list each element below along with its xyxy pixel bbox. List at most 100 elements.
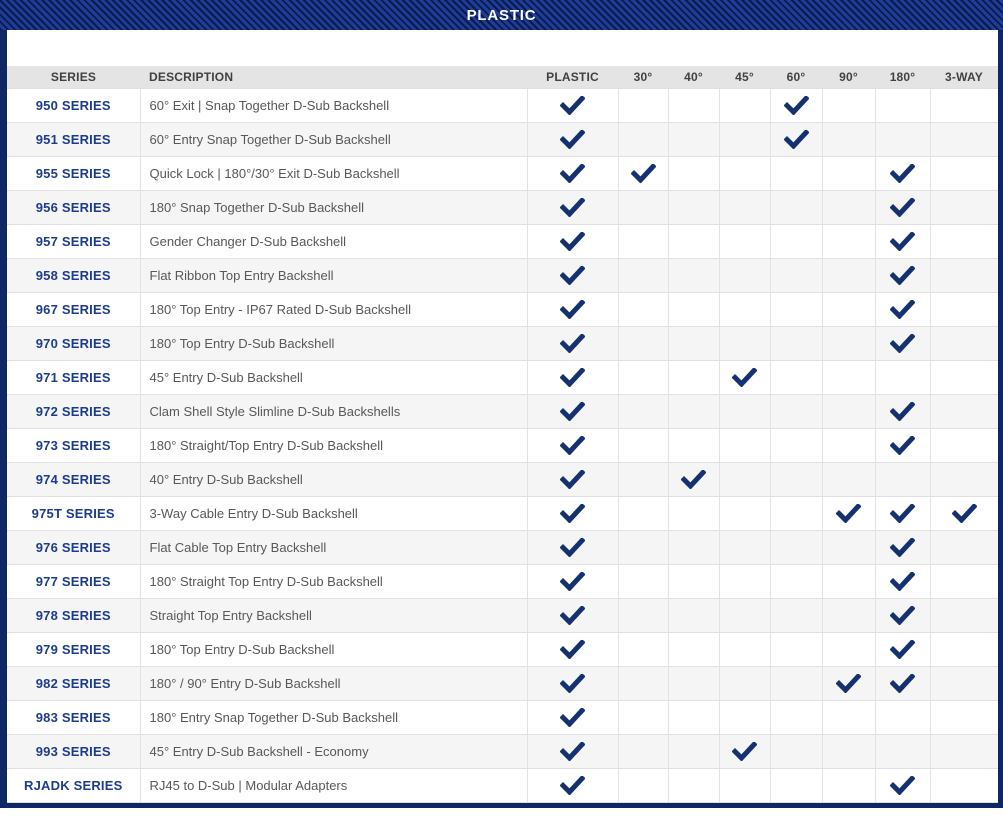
check-icon bbox=[890, 674, 915, 693]
check-cell-30 bbox=[618, 88, 668, 122]
check-cell-3way bbox=[930, 428, 998, 462]
check-cell-30 bbox=[618, 632, 668, 666]
series-description: Flat Ribbon Top Entry Backshell bbox=[140, 258, 527, 292]
series-link[interactable]: 972 SERIES bbox=[7, 394, 140, 428]
series-link[interactable]: 967 SERIES bbox=[7, 292, 140, 326]
series-link[interactable]: 993 SERIES bbox=[7, 734, 140, 768]
series-description: Flat Cable Top Entry Backshell bbox=[140, 530, 527, 564]
check-cell-180 bbox=[875, 360, 930, 394]
check-icon bbox=[560, 742, 585, 761]
series-link[interactable]: 956 SERIES bbox=[7, 190, 140, 224]
series-description: 180° Top Entry D-Sub Backshell bbox=[140, 326, 527, 360]
check-icon bbox=[890, 402, 915, 421]
check-cell-45 bbox=[719, 224, 770, 258]
check-cell-90 bbox=[822, 666, 875, 700]
table-row: RJADK SERIESRJ45 to D-Sub | Modular Adap… bbox=[7, 768, 998, 802]
check-cell-180 bbox=[875, 666, 930, 700]
check-cell-180 bbox=[875, 530, 930, 564]
check-cell-30 bbox=[618, 598, 668, 632]
check-cell-180 bbox=[875, 224, 930, 258]
column-header-3way: 3-WAY bbox=[930, 66, 998, 88]
check-icon bbox=[560, 470, 585, 489]
check-cell-60 bbox=[770, 564, 822, 598]
check-cell-30 bbox=[618, 258, 668, 292]
check-cell-60 bbox=[770, 122, 822, 156]
table-row: 971 SERIES45° Entry D-Sub Backshell bbox=[7, 360, 998, 394]
check-icon bbox=[560, 368, 585, 387]
series-link[interactable]: 951 SERIES bbox=[7, 122, 140, 156]
series-link[interactable]: 979 SERIES bbox=[7, 632, 140, 666]
column-header-30: 30° bbox=[618, 66, 668, 88]
series-description: 40° Entry D-Sub Backshell bbox=[140, 462, 527, 496]
series-link[interactable]: 950 SERIES bbox=[7, 88, 140, 122]
series-description: Gender Changer D-Sub Backshell bbox=[140, 224, 527, 258]
series-link[interactable]: 958 SERIES bbox=[7, 258, 140, 292]
check-cell-180 bbox=[875, 632, 930, 666]
check-cell-90 bbox=[822, 190, 875, 224]
series-link[interactable]: 970 SERIES bbox=[7, 326, 140, 360]
series-link[interactable]: RJADK SERIES bbox=[7, 768, 140, 802]
check-cell-60 bbox=[770, 258, 822, 292]
series-link[interactable]: 955 SERIES bbox=[7, 156, 140, 190]
check-cell-90 bbox=[822, 598, 875, 632]
series-link[interactable]: 978 SERIES bbox=[7, 598, 140, 632]
check-cell-plastic bbox=[527, 258, 618, 292]
series-link[interactable]: 977 SERIES bbox=[7, 564, 140, 598]
check-cell-45 bbox=[719, 666, 770, 700]
check-cell-60 bbox=[770, 462, 822, 496]
check-cell-3way bbox=[930, 190, 998, 224]
check-icon bbox=[890, 436, 915, 455]
check-cell-180 bbox=[875, 598, 930, 632]
check-cell-180 bbox=[875, 122, 930, 156]
check-icon bbox=[784, 130, 809, 149]
series-link[interactable]: 982 SERIES bbox=[7, 666, 140, 700]
table-row: 978 SERIESStraight Top Entry Backshell bbox=[7, 598, 998, 632]
check-cell-60 bbox=[770, 224, 822, 258]
check-cell-30 bbox=[618, 224, 668, 258]
series-link[interactable]: 983 SERIES bbox=[7, 700, 140, 734]
table-row: 983 SERIES180° Entry Snap Together D-Sub… bbox=[7, 700, 998, 734]
check-cell-90 bbox=[822, 394, 875, 428]
check-cell-3way bbox=[930, 700, 998, 734]
check-icon bbox=[890, 504, 915, 523]
series-link[interactable]: 976 SERIES bbox=[7, 530, 140, 564]
check-cell-3way bbox=[930, 530, 998, 564]
series-link[interactable]: 975T SERIES bbox=[7, 496, 140, 530]
check-icon bbox=[560, 334, 585, 353]
check-icon bbox=[890, 300, 915, 319]
check-cell-45 bbox=[719, 156, 770, 190]
check-cell-40 bbox=[668, 292, 719, 326]
check-icon bbox=[836, 674, 861, 693]
column-header-90: 90° bbox=[822, 66, 875, 88]
check-cell-30 bbox=[618, 462, 668, 496]
check-icon bbox=[560, 640, 585, 659]
check-cell-3way bbox=[930, 122, 998, 156]
check-cell-3way bbox=[930, 360, 998, 394]
check-cell-plastic bbox=[527, 190, 618, 224]
check-cell-3way bbox=[930, 292, 998, 326]
series-link[interactable]: 957 SERIES bbox=[7, 224, 140, 258]
check-cell-60 bbox=[770, 666, 822, 700]
check-icon bbox=[952, 504, 977, 523]
column-header-description: DESCRIPTION bbox=[140, 66, 527, 88]
series-link[interactable]: 973 SERIES bbox=[7, 428, 140, 462]
table-row: 975T SERIES3-Way Cable Entry D-Sub Backs… bbox=[7, 496, 998, 530]
check-cell-plastic bbox=[527, 734, 618, 768]
check-cell-3way bbox=[930, 462, 998, 496]
table-body: 950 SERIES60° Exit | Snap Together D-Sub… bbox=[7, 88, 998, 802]
check-cell-30 bbox=[618, 564, 668, 598]
check-cell-180 bbox=[875, 462, 930, 496]
check-icon bbox=[890, 538, 915, 557]
check-icon bbox=[560, 606, 585, 625]
series-link[interactable]: 974 SERIES bbox=[7, 462, 140, 496]
check-icon bbox=[560, 164, 585, 183]
check-cell-180 bbox=[875, 496, 930, 530]
check-cell-60 bbox=[770, 734, 822, 768]
check-cell-40 bbox=[668, 530, 719, 564]
check-cell-45 bbox=[719, 632, 770, 666]
check-cell-30 bbox=[618, 360, 668, 394]
check-icon bbox=[560, 538, 585, 557]
check-cell-30 bbox=[618, 700, 668, 734]
check-cell-plastic bbox=[527, 700, 618, 734]
series-link[interactable]: 971 SERIES bbox=[7, 360, 140, 394]
